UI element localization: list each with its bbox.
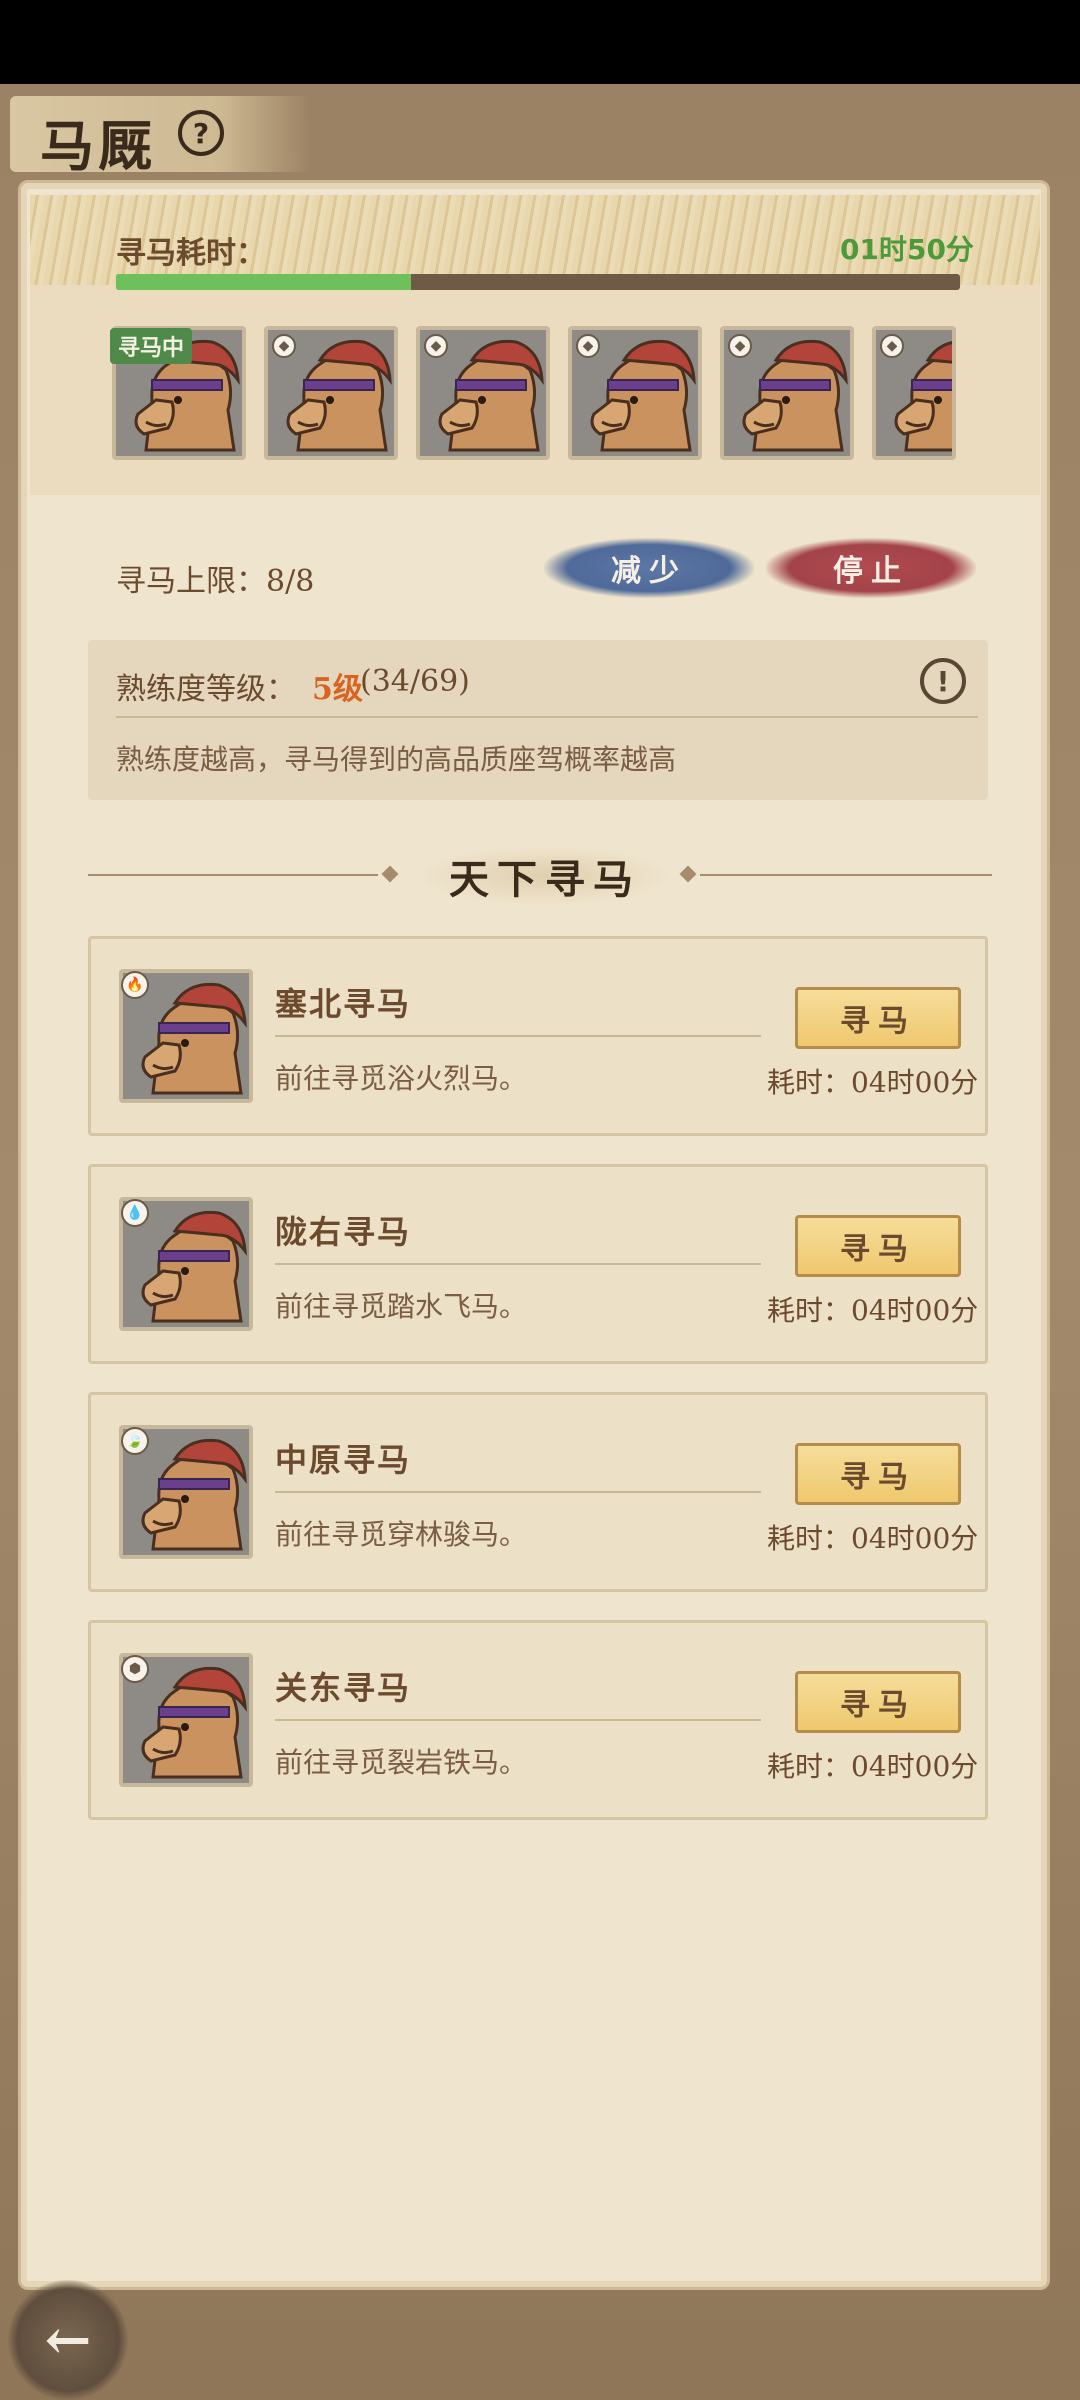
- region-duration: 耗时：04时00分: [767, 1066, 979, 1099]
- region-title: 中原寻马: [275, 1441, 412, 1479]
- horse-slot[interactable]: ◆: [568, 326, 702, 460]
- region-divider: [275, 1035, 761, 1037]
- section-divider-left: [88, 874, 378, 876]
- horse-slot[interactable]: ◆: [720, 326, 854, 460]
- section-divider-right: [700, 874, 992, 876]
- page-title: 马厩: [40, 114, 156, 178]
- region-duration: 耗时：04时00分: [767, 1294, 979, 1327]
- water-element-icon: 💧: [121, 1199, 149, 1227]
- back-button[interactable]: ←: [8, 2280, 128, 2400]
- region-description: 前往寻觅裂岩铁马。: [275, 1746, 528, 1779]
- region-horse-icon: 🔥: [119, 969, 253, 1103]
- region-horse-icon: 🍃: [119, 1425, 253, 1559]
- help-icon[interactable]: ?: [178, 110, 224, 156]
- water-drop-icon: ◆: [272, 334, 296, 358]
- water-drop-icon: ◆: [424, 334, 448, 358]
- region-duration: 耗时：04时00分: [767, 1522, 979, 1555]
- region-title: 关东寻马: [275, 1669, 412, 1707]
- search-horse-button[interactable]: 寻马: [795, 1671, 961, 1733]
- search-progress-bar: [116, 274, 960, 290]
- region-description: 前往寻觅穿林骏马。: [275, 1518, 528, 1551]
- region-card: 🍃 中原寻马前往寻觅穿林骏马。 寻马耗时：04时00分: [88, 1392, 988, 1592]
- region-card: 💧 陇右寻马前往寻觅踏水飞马。 寻马耗时：04时00分: [88, 1164, 988, 1364]
- region-card: ⬢ 关东寻马前往寻觅裂岩铁马。 寻马耗时：04时00分: [88, 1620, 988, 1820]
- water-drop-icon: ◆: [880, 334, 904, 358]
- search-horse-button[interactable]: 寻马: [795, 1215, 961, 1277]
- search-time-label: 寻马耗时：: [116, 236, 266, 271]
- proficiency-description: 熟练度越高，寻马得到的高品质座驾概率越高: [116, 743, 677, 776]
- search-horse-button[interactable]: 寻马: [795, 987, 961, 1049]
- search-limit-label: 寻马上限：8/8: [116, 564, 315, 599]
- fire-element-icon: 🔥: [121, 971, 149, 999]
- region-duration: 耗时：04时00分: [767, 1750, 979, 1783]
- proficiency-divider: [116, 716, 978, 718]
- region-description: 前往寻觅踏水飞马。: [275, 1290, 528, 1323]
- wood-element-icon: 🍃: [121, 1427, 149, 1455]
- region-divider: [275, 1263, 761, 1265]
- region-title: 陇右寻马: [275, 1213, 412, 1251]
- horse-slot[interactable]: 寻马中: [110, 326, 246, 460]
- water-drop-icon: ◆: [576, 334, 600, 358]
- rock-element-icon: ⬢: [121, 1655, 149, 1683]
- proficiency-label: 熟练度等级：: [116, 672, 296, 707]
- search-horse-button[interactable]: 寻马: [795, 1443, 961, 1505]
- region-divider: [275, 1719, 761, 1721]
- horse-slot[interactable]: ◆: [416, 326, 550, 460]
- horse-slot[interactable]: ◆: [872, 326, 956, 460]
- horse-slot[interactable]: ◆: [264, 326, 398, 460]
- search-time-value: 01时50分: [840, 233, 974, 266]
- proficiency-progress: (34/69): [360, 664, 470, 699]
- region-description: 前往寻觅浴火烈马。: [275, 1062, 528, 1095]
- searching-tag: 寻马中: [110, 328, 193, 364]
- section-title: 天下寻马: [418, 846, 672, 906]
- region-divider: [275, 1491, 761, 1493]
- region-horse-icon: 💧: [119, 1197, 253, 1331]
- proficiency-level: 5级: [312, 672, 363, 707]
- info-icon[interactable]: !: [920, 658, 966, 704]
- search-progress-fill: [116, 274, 412, 290]
- stop-button[interactable]: 停止: [766, 538, 976, 598]
- decrease-button[interactable]: 减少: [544, 538, 754, 598]
- water-drop-icon: ◆: [728, 334, 752, 358]
- status-bar: [0, 0, 1080, 84]
- region-title: 塞北寻马: [275, 985, 412, 1023]
- region-horse-icon: ⬢: [119, 1653, 253, 1787]
- region-card: 🔥 塞北寻马前往寻觅浴火烈马。 寻马耗时：04时00分: [88, 936, 988, 1136]
